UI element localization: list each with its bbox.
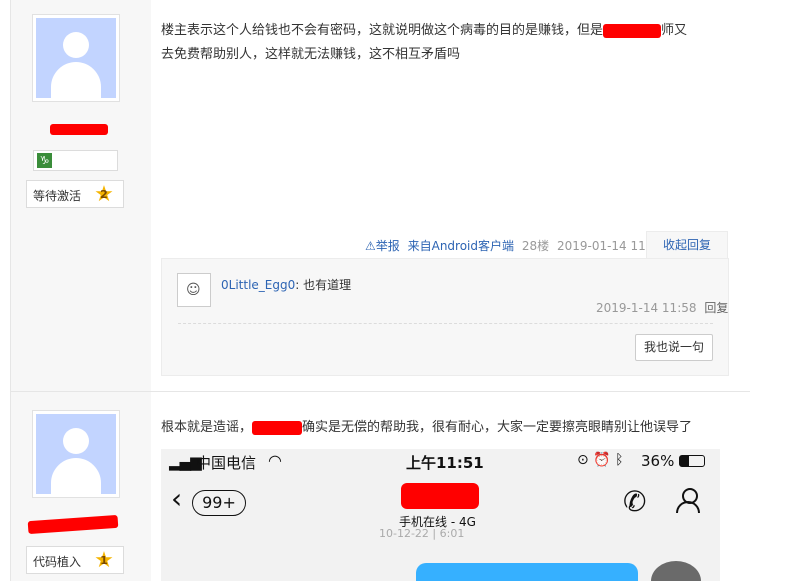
contact-profile-icon[interactable]	[675, 486, 701, 514]
post2-text-part1: 根本就是造谣，	[161, 420, 253, 435]
reply-divider	[178, 323, 713, 324]
reply-datetime: 2019-1-14 11:58	[596, 301, 697, 315]
reply-meta: 2019-1-14 11:58 回复	[596, 299, 728, 316]
rank-badge-2[interactable]: 代码植入 ★ 1	[26, 546, 124, 574]
default-avatar-icon	[36, 18, 116, 98]
rank-label: 等待激活	[33, 189, 82, 203]
avatar[interactable]	[32, 14, 120, 102]
collapse-replies-tab[interactable]: 收起回复	[646, 231, 728, 259]
collapse-replies-label: 收起回复	[662, 238, 711, 252]
outgoing-message-bubble	[416, 563, 638, 581]
post-text-line2: 去免费帮助别人，这样就无法赚钱，这不相互矛盾吗	[161, 47, 461, 62]
egg-avatar-icon: ☺	[186, 282, 201, 298]
post2-text-part2: 确实是无偿的帮助我，很有耐心，大家一定要擦亮眼睛别让他误导了	[302, 420, 693, 435]
post-meta: ⚠举报 来自Android客户端 28楼 2019-01-14 11:43	[365, 237, 665, 254]
reply-line: 0Little_Egg0: 也有道理	[221, 276, 351, 293]
timestamp-partial: 10-12-22 | 6:01	[379, 527, 465, 540]
reply-avatar[interactable]: ☺	[177, 273, 211, 307]
level-number-2: 1	[100, 554, 108, 567]
battery-icon	[679, 455, 705, 467]
battery-percent: 36%	[641, 452, 675, 470]
reply-link[interactable]: 回复	[704, 301, 728, 315]
phone-call-icon[interactable]: ✆	[623, 485, 646, 518]
post-content: 楼主表示这个人给钱也不会有密码，这就说明做这个病毒的目的是赚钱，但是 师又 去免费…	[161, 19, 741, 67]
redacted-name	[603, 23, 662, 38]
avatar-2[interactable]	[32, 410, 120, 498]
unread-count-badge[interactable]: 99+	[192, 490, 246, 516]
reply-username[interactable]: 0Little_Egg0	[221, 278, 295, 292]
redacted-name-2	[252, 420, 303, 435]
post-text-part2: 师又	[661, 23, 688, 38]
wifi-icon: ◠	[268, 451, 282, 470]
level-number: 2	[100, 188, 108, 201]
embedded-screenshot[interactable]: ▂▄▆ 中国电信 ◠ 上午11:51 ⊙ ⏰ ᛒ 36% ‹ 99+ 手机在线 …	[161, 449, 720, 581]
rank-label-2: 代码植入	[33, 555, 82, 569]
post-text-part1: 楼主表示这个人给钱也不会有密码，这就说明做这个病毒的目的是赚钱，但是	[161, 23, 604, 38]
source-link[interactable]: 来自Android客户端	[408, 239, 514, 253]
default-avatar-icon	[36, 414, 116, 494]
rank-badge[interactable]: 等待激活 ★ 2	[26, 180, 124, 208]
floor-number: 28楼	[521, 239, 550, 253]
capricorn-icon: ♑	[37, 153, 52, 168]
right-margin	[750, 0, 806, 581]
report-label: 举报	[375, 239, 400, 253]
user-badge[interactable]: ♑	[33, 150, 118, 171]
reply-text: : 也有道理	[295, 278, 352, 292]
contact-name-redacted	[401, 483, 479, 509]
back-chevron-icon[interactable]: ‹	[171, 485, 182, 513]
sender-avatar	[651, 561, 701, 581]
carrier-label: 中国电信	[196, 454, 257, 472]
report-link[interactable]: ⚠举报	[365, 239, 400, 253]
say-something-button[interactable]: 我也说一句	[635, 334, 713, 361]
status-icons: ⊙ ⏰ ᛒ	[577, 452, 624, 468]
username-redacted	[50, 124, 108, 135]
post-content-2: 根本就是造谣， 确实是无偿的帮助我，很有耐心，大家一定要擦亮眼睛别让他误导了	[161, 416, 751, 440]
phone-time: 上午11:51	[406, 454, 484, 472]
